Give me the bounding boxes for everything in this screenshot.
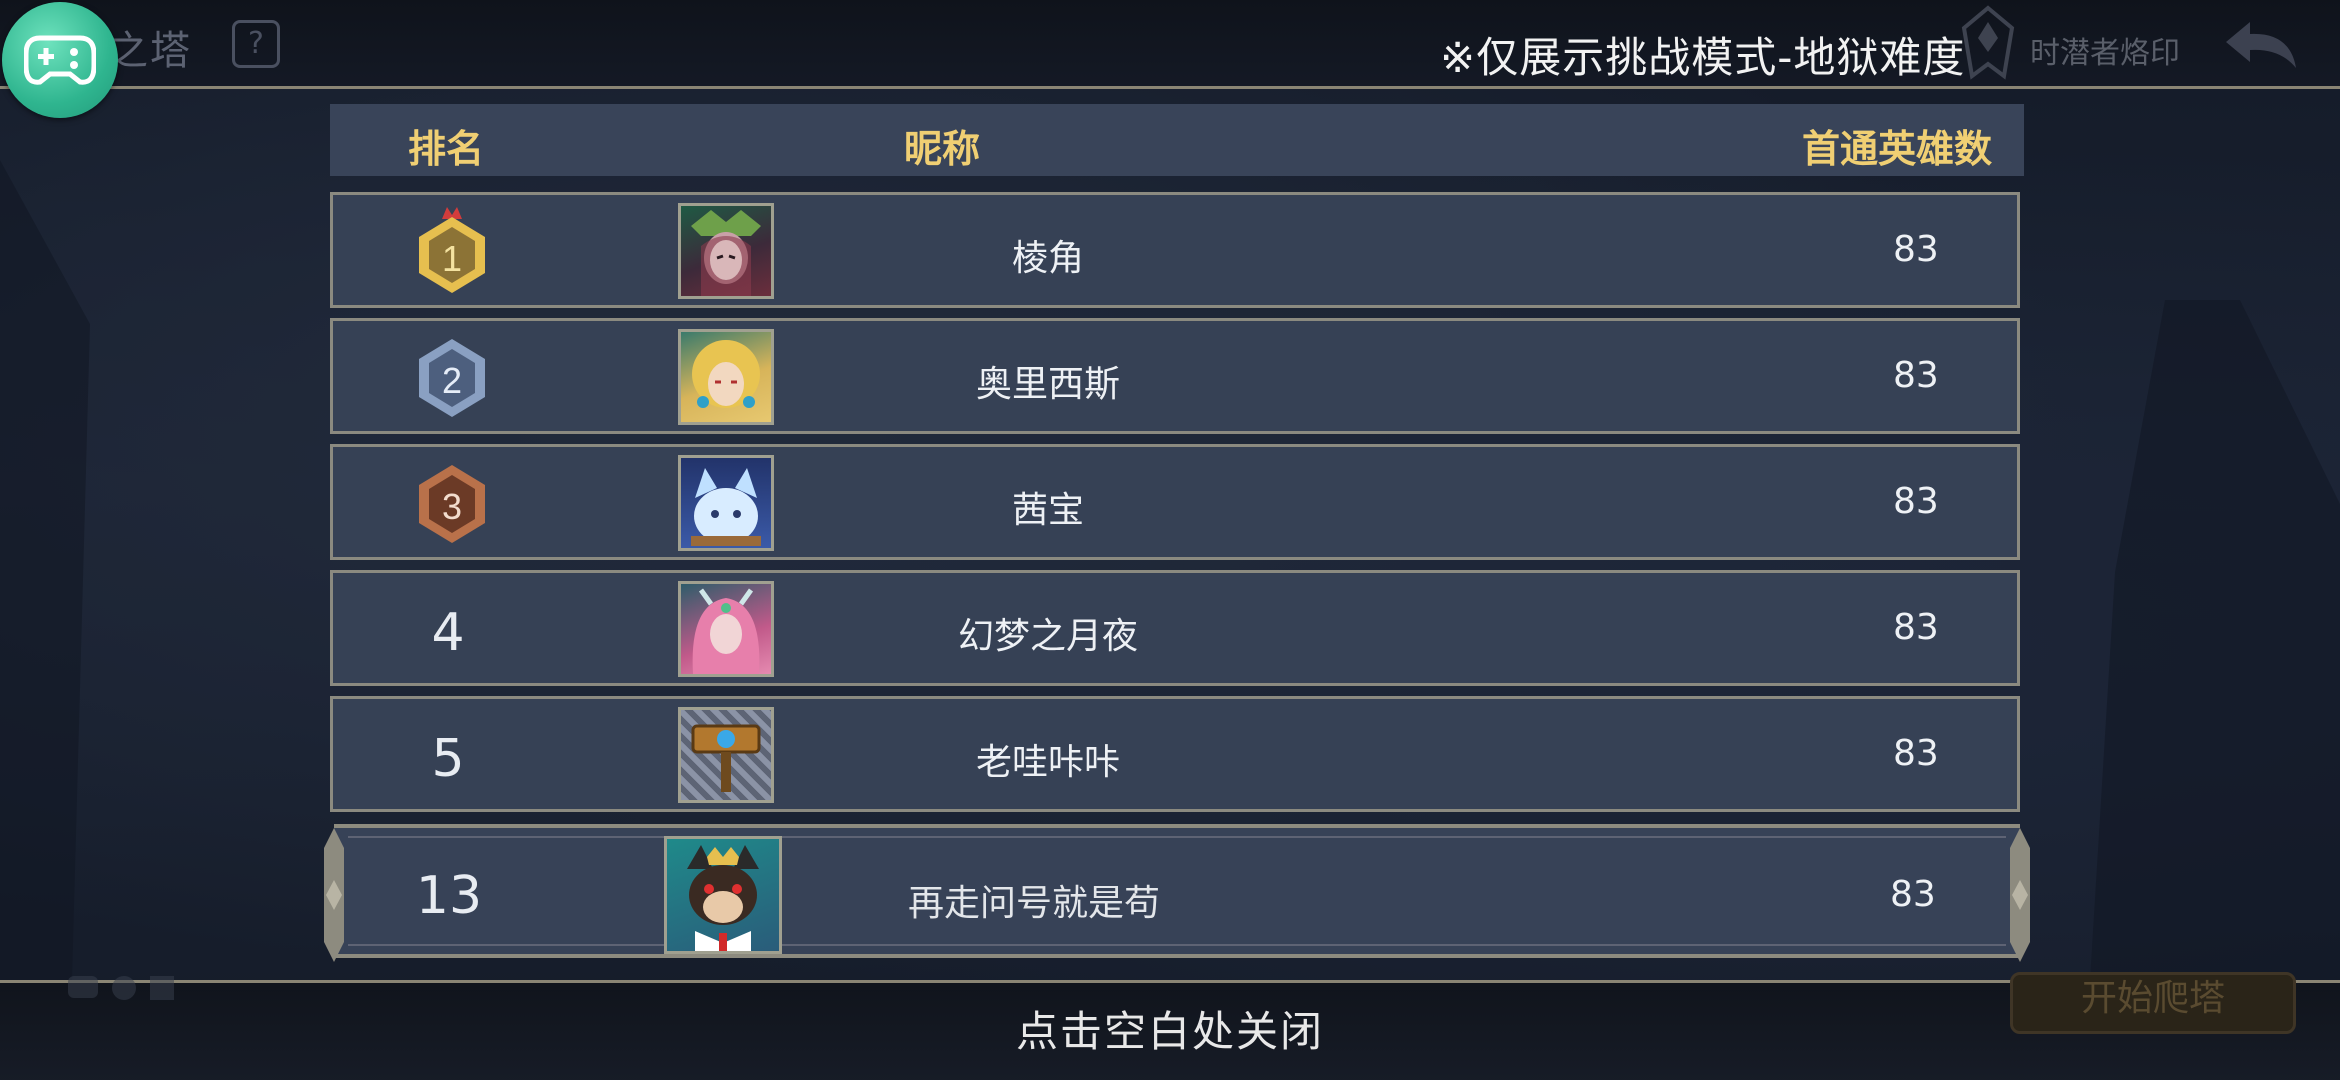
ranking-row[interactable]: 2 奥里西斯 83 [330, 318, 2020, 434]
avatar[interactable] [678, 581, 774, 677]
ranking-row[interactable]: 5 老哇咔咔 83 [330, 696, 2020, 812]
row-frame-cap-right [2010, 828, 2030, 962]
my-avatar[interactable] [664, 836, 782, 954]
gamepad-floating-button[interactable] [2, 2, 118, 118]
first-clear-count: 83 [1893, 481, 1939, 522]
header-nickname: 昵称 [904, 127, 981, 171]
header-rank: 排名 [408, 127, 485, 171]
ranking-row[interactable]: 4 幻梦之月夜 83 [330, 570, 2020, 686]
player-nickname: 老哇咔咔 [975, 742, 1120, 783]
player-nickname: 奥里西斯 [975, 364, 1120, 405]
back-arrow-icon [2226, 22, 2296, 68]
first-clear-count: 83 [1893, 607, 1939, 648]
question-icon: ? [232, 20, 280, 68]
avatar[interactable] [678, 203, 774, 299]
first-clear-count: 83 [1893, 733, 1939, 774]
rank-gold-medal-icon: 1 [419, 207, 485, 293]
rank-number: 3 [442, 486, 462, 527]
first-clear-count: 83 [1893, 229, 1939, 270]
my-first-clear-count: 83 [1890, 874, 1936, 915]
player-nickname: 茜宝 [1011, 490, 1084, 531]
header-first-clear-count: 首通英雄数 [1802, 127, 1993, 171]
ranking-row[interactable]: 1 棱角 83 [330, 192, 2020, 308]
rank-number: 4 [431, 603, 465, 663]
rank-number: 1 [442, 238, 462, 279]
rank-number: 5 [431, 729, 465, 789]
dog-portrait-image [687, 845, 759, 951]
my-ranking-row[interactable]: 13 再走问号就是苟 83 [324, 824, 2030, 962]
mode-notice: ※仅展示挑战模式-地狱难度 [1440, 33, 1966, 82]
blue-creature-portrait-image [691, 468, 761, 546]
elf-portrait-image [691, 210, 761, 296]
hammer-item-image [691, 724, 761, 792]
rank-number: 2 [442, 360, 462, 401]
my-rank-number: 13 [415, 866, 483, 926]
my-nickname: 再走问号就是苟 [907, 883, 1160, 924]
ranking-row[interactable]: 3 茜宝 83 [330, 444, 2020, 560]
first-clear-count: 83 [1893, 355, 1939, 396]
rank-bronze-medal-icon: 3 [419, 465, 485, 543]
tap-to-close-hint[interactable]: 点击空白处关闭 [0, 998, 2340, 1059]
avatar[interactable] [678, 455, 774, 551]
bg-page-title: 之塔 [108, 28, 192, 74]
player-nickname: 幻梦之月夜 [957, 616, 1138, 657]
player-nickname: 棱角 [1011, 238, 1084, 279]
ranking-table-header: 排名 昵称 首通英雄数 [330, 104, 2024, 176]
bg-mark-label: 时潜者烙印 [2030, 36, 2180, 71]
avatar[interactable] [678, 707, 774, 803]
pink-hair-portrait-image [692, 588, 760, 674]
mark-emblem-icon [1961, 5, 2015, 80]
blonde-portrait-image [692, 340, 760, 408]
gamepad-icon [24, 35, 96, 85]
avatar[interactable] [678, 329, 774, 425]
rank-silver-medal-icon: 2 [419, 339, 485, 417]
